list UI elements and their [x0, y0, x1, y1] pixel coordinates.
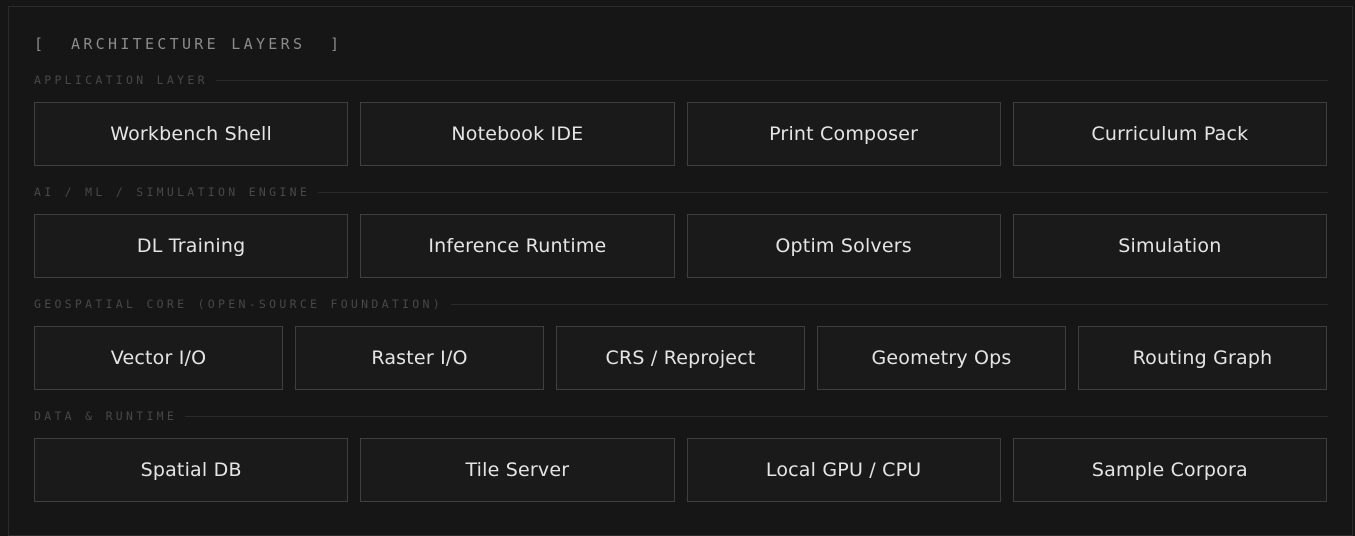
tile-vector-io[interactable]: Vector I/O	[34, 326, 283, 390]
tile-label: Geometry Ops	[871, 347, 1012, 369]
tile-label: Inference Runtime	[428, 235, 607, 257]
tile-label: Simulation	[1118, 235, 1222, 257]
tile-label: Routing Graph	[1132, 347, 1273, 369]
section-header-ai-ml: AI / ML / SIMULATION ENGINE	[34, 185, 1328, 199]
section-label: APPLICATION LAYER	[34, 73, 208, 87]
tile-crs-reproject[interactable]: CRS / Reproject	[556, 326, 805, 390]
layer-row-data-runtime: Spatial DB Tile Server Local GPU / CPU S…	[34, 438, 1327, 502]
tile-label: DL Training	[136, 235, 246, 257]
tile-tile-server[interactable]: Tile Server	[360, 438, 675, 502]
tile-label: Print Composer	[769, 123, 919, 145]
tile-label: Spatial DB	[140, 459, 242, 481]
section-divider	[450, 303, 1328, 305]
tile-simulation[interactable]: Simulation	[1012, 214, 1327, 278]
section-divider	[185, 415, 1328, 417]
tile-print-composer[interactable]: Print Composer	[686, 102, 1001, 166]
tile-label: Vector I/O	[110, 347, 207, 369]
tile-dl-training[interactable]: DL Training	[34, 214, 349, 278]
tile-label: Local GPU / CPU	[765, 459, 922, 481]
architecture-panel: [ ARCHITECTURE LAYERS ] APPLICATION LAYE…	[8, 6, 1353, 536]
section-label: GEOSPATIAL CORE (OPEN-SOURCE FOUNDATION)	[34, 297, 443, 311]
tile-label: Raster I/O	[371, 347, 468, 369]
tile-notebook-ide[interactable]: Notebook IDE	[360, 102, 675, 166]
tile-label: CRS / Reproject	[605, 347, 756, 369]
layer-row-geospatial-core: Vector I/O Raster I/O CRS / Reproject Ge…	[34, 326, 1327, 390]
tile-label: Sample Corpora	[1091, 459, 1248, 481]
tile-routing-graph[interactable]: Routing Graph	[1078, 326, 1327, 390]
tile-workbench-shell[interactable]: Workbench Shell	[34, 102, 349, 166]
tile-label: Curriculum Pack	[1091, 123, 1249, 145]
section-header-application: APPLICATION LAYER	[34, 73, 1328, 87]
layer-row-ai-ml: DL Training Inference Runtime Optim Solv…	[34, 214, 1327, 278]
tile-local-gpu-cpu[interactable]: Local GPU / CPU	[686, 438, 1001, 502]
tile-label: Optim Solvers	[775, 235, 912, 257]
section-divider	[215, 79, 1328, 81]
tile-label: Workbench Shell	[110, 123, 273, 145]
tile-sample-corpora[interactable]: Sample Corpora	[1012, 438, 1327, 502]
panel-title: [ ARCHITECTURE LAYERS ]	[34, 35, 343, 53]
tile-optim-solvers[interactable]: Optim Solvers	[686, 214, 1001, 278]
tile-label: Tile Server	[465, 459, 570, 481]
layer-row-application: Workbench Shell Notebook IDE Print Compo…	[34, 102, 1327, 166]
tile-spatial-db[interactable]: Spatial DB	[34, 438, 349, 502]
section-label: AI / ML / SIMULATION ENGINE	[34, 185, 311, 199]
tile-curriculum-pack[interactable]: Curriculum Pack	[1012, 102, 1327, 166]
section-header-geospatial-core: GEOSPATIAL CORE (OPEN-SOURCE FOUNDATION)	[34, 297, 1328, 311]
section-label: DATA & RUNTIME	[34, 409, 178, 423]
section-header-data-runtime: DATA & RUNTIME	[34, 409, 1328, 423]
section-divider	[318, 191, 1328, 193]
tile-geometry-ops[interactable]: Geometry Ops	[817, 326, 1066, 390]
tile-raster-io[interactable]: Raster I/O	[295, 326, 544, 390]
tile-inference-runtime[interactable]: Inference Runtime	[360, 214, 675, 278]
tile-label: Notebook IDE	[451, 123, 584, 145]
